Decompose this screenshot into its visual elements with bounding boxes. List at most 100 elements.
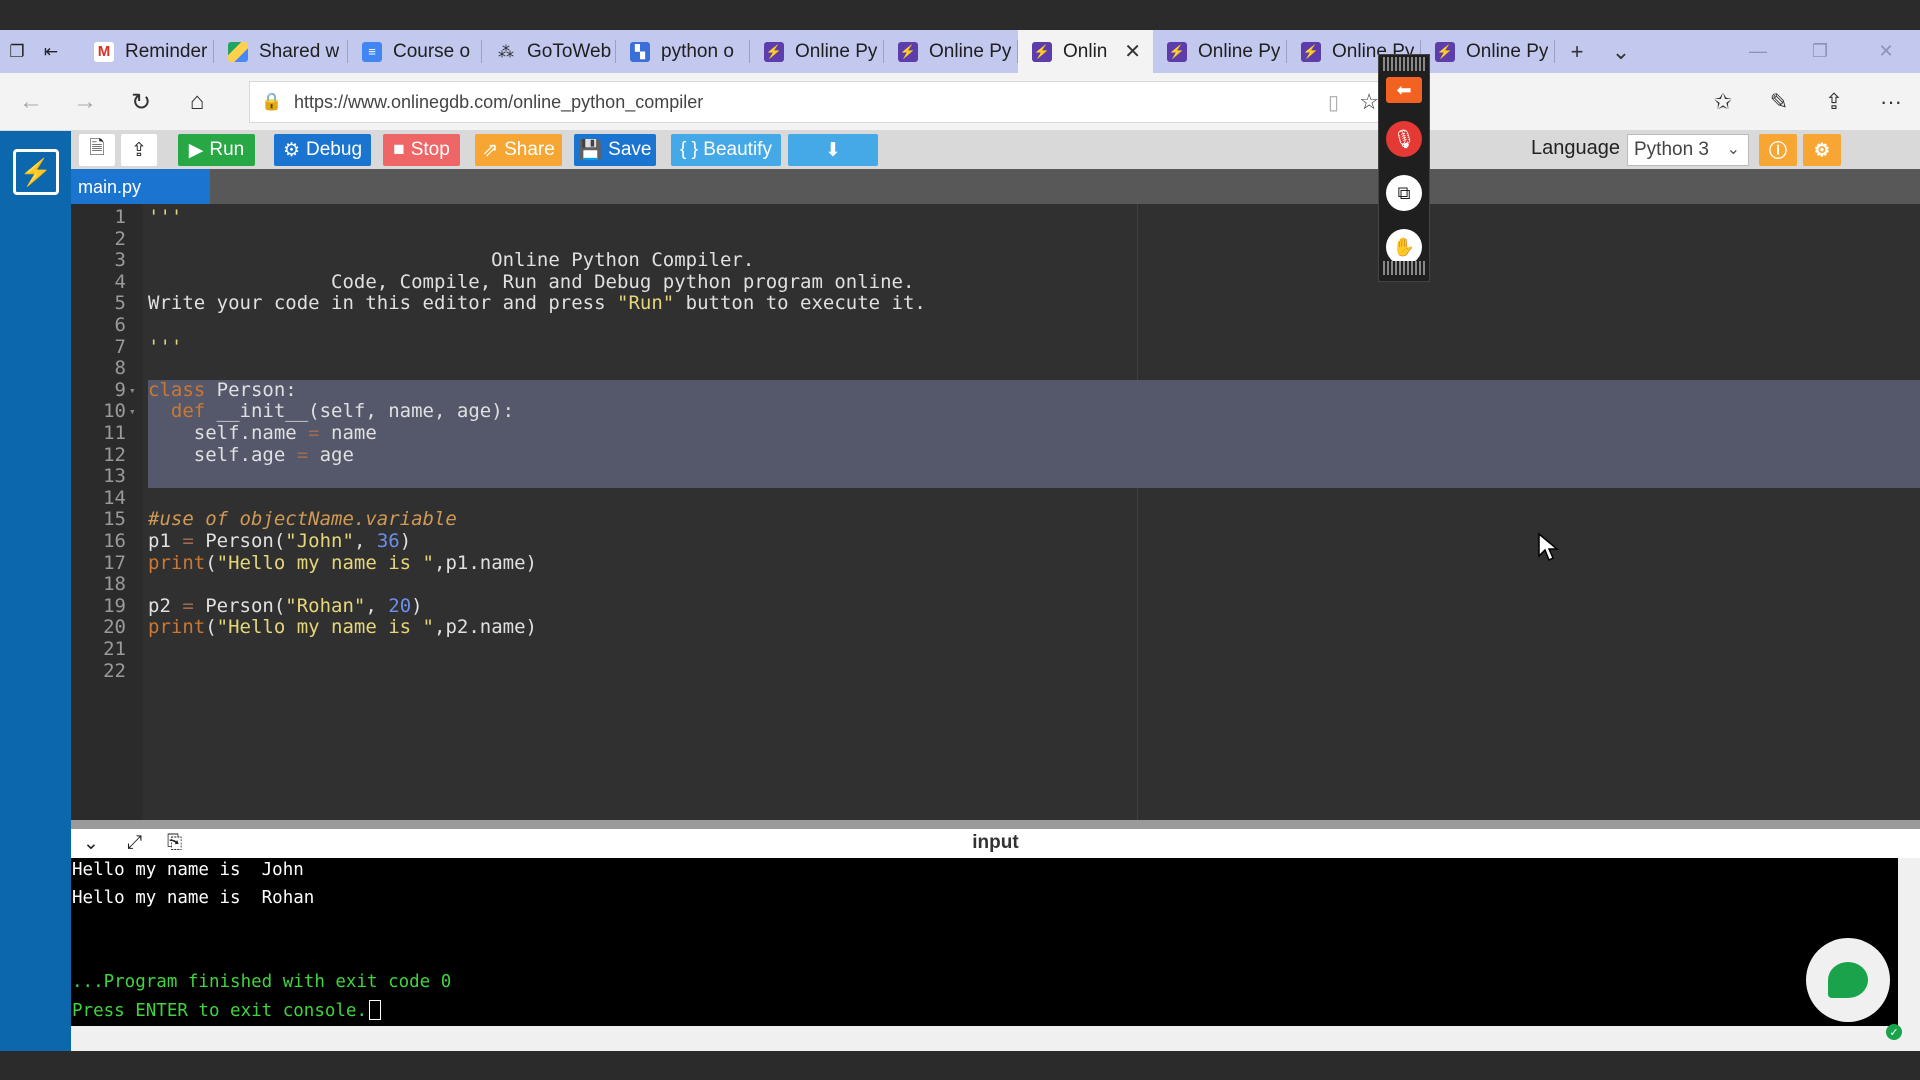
favorites-hub-icon[interactable]: ✩: [1696, 73, 1750, 131]
tab-label: Onlin: [1063, 40, 1108, 62]
restore-icon[interactable]: ❐: [1790, 30, 1850, 73]
code-line[interactable]: self.name = name: [148, 422, 377, 445]
browser-tab[interactable]: ▚ python o: [616, 30, 750, 73]
print-margin: [1137, 204, 1138, 820]
share-page-icon[interactable]: ⇪: [1807, 73, 1861, 131]
microphone-muted-icon[interactable]: 🎙: [1386, 121, 1422, 157]
code-line[interactable]: #use of objectName.variable: [148, 509, 457, 531]
favorite-star-icon[interactable]: ☆: [1359, 89, 1379, 115]
set-aside-tabs-icon[interactable]: ⇤: [34, 30, 68, 73]
chat-button[interactable]: [1806, 938, 1890, 1022]
share-button[interactable]: ⇗ Share: [475, 134, 562, 166]
save-button[interactable]: 💾 Save: [574, 134, 656, 166]
code-selection: [148, 379, 1920, 488]
close-window-icon[interactable]: ✕: [1856, 30, 1916, 73]
code-line[interactable]: print("Hello my name is ",p2.name): [148, 617, 537, 639]
recorder-grip-bottom[interactable]: [1383, 261, 1425, 275]
code-editor[interactable]: 1 2 3 4 5 6 7 8 9 ▾ 10 ▾ 11 12 13 14 15 16 17 18 19 20 21 22 ''…: [71, 204, 1920, 820]
line-number-gutter: 1 2 3 4 5 6 7 8 9 ▾ 10 ▾ 11 12 13 14 15 16 17 18 19 20 21 22: [71, 204, 143, 820]
language-select[interactable]: Python 3 ⌄: [1627, 134, 1749, 166]
new-file-button[interactable]: 🗎: [79, 134, 115, 166]
fold-arrow-icon[interactable]: ▾: [129, 401, 136, 423]
line-number: 14: [103, 486, 126, 509]
minimize-icon[interactable]: —: [1728, 30, 1788, 73]
upload-file-button[interactable]: ⇪: [121, 134, 157, 166]
save-label: Save: [608, 139, 652, 160]
code-line[interactable]: self.age = age: [148, 444, 354, 467]
output-splitter[interactable]: [71, 820, 1920, 829]
close-tab-icon[interactable]: ✕: [1124, 39, 1141, 64]
line-number: 13: [103, 465, 126, 488]
download-icon: ⬇: [825, 139, 841, 161]
browser-tab[interactable]: M Reminder: [80, 30, 214, 73]
home-icon[interactable]: ⌂: [170, 73, 224, 131]
info-button[interactable]: ⓘ: [1759, 134, 1797, 166]
save-icon: 💾: [578, 140, 603, 161]
tab-main-py[interactable]: main.py: [71, 169, 210, 204]
beautify-button[interactable]: { } Beautify: [671, 134, 781, 166]
line-number: 20: [103, 616, 126, 639]
tab-label: Reminder: [125, 40, 208, 62]
code-line[interactable]: p2 = Person("Rohan", 20): [148, 595, 423, 618]
address-row: ← → ↻ ⌂ 🔒 https://www.onlinegdb.com/onli…: [0, 73, 1920, 131]
gear-icon: ⚙: [1813, 139, 1831, 160]
reading-view-icon[interactable]: ▯: [1328, 90, 1339, 115]
line-number: 1: [114, 206, 126, 228]
chevron-down-icon: ⌄: [1726, 141, 1740, 158]
code-line[interactable]: def __init__(self, name, age):: [148, 401, 514, 423]
gdb-logo-icon[interactable]: ⚡: [13, 149, 59, 195]
stop-button[interactable]: ■ Stop: [383, 134, 460, 166]
browser-tab[interactable]: ⚡ Online Py: [1153, 30, 1287, 73]
code-line[interactable]: ''': [148, 336, 182, 359]
code-line[interactable]: Online Python Compiler.: [148, 250, 754, 272]
url-text[interactable]: https://www.onlinegdb.com/online_python_…: [294, 92, 703, 113]
window-capture-icon[interactable]: ⧉: [1386, 175, 1422, 211]
browser-tab[interactable]: ⚡ Onlin ✕: [1018, 30, 1153, 73]
tab-preview-chevron-icon[interactable]: ⌄: [1599, 30, 1643, 73]
fold-arrow-icon[interactable]: ▾: [129, 380, 136, 402]
code-line[interactable]: print("Hello my name is ",p1.name): [148, 552, 537, 575]
tab-label: Online Py: [929, 40, 1012, 62]
recorder-toolbar[interactable]: ⬅ 🎙 ⧉ ✋: [1378, 54, 1430, 282]
back-icon[interactable]: ←: [4, 73, 58, 131]
browser-tab[interactable]: ⚡ Online Py: [1421, 30, 1555, 73]
output-console[interactable]: Hello my name is John Hello my name is Ro…: [71, 858, 1898, 1026]
debug-button[interactable]: ⚙ Debug: [274, 134, 371, 166]
line-number: 10: [103, 400, 126, 423]
forward-icon[interactable]: →: [58, 73, 112, 131]
hand-pointer-icon[interactable]: ✋: [1386, 229, 1422, 265]
browser-tab[interactable]: ⚡ Online Py: [750, 30, 884, 73]
tab-actions-icon[interactable]: ❐: [0, 30, 34, 73]
browser-tab[interactable]: ⚡ Online Py: [884, 30, 1018, 73]
run-button[interactable]: ▶ Run: [178, 134, 255, 166]
info-icon: ⓘ: [1769, 141, 1787, 161]
settings-button[interactable]: ⚙: [1803, 134, 1841, 166]
browser-tab[interactable]: ≡ Course o: [348, 30, 482, 73]
line-number: 8: [114, 357, 126, 380]
new-tab-icon[interactable]: +: [1555, 30, 1599, 73]
browser-tab[interactable]: ⁂ GoToWeb: [482, 30, 616, 73]
address-bar[interactable]: 🔒 https://www.onlinegdb.com/online_pytho…: [249, 81, 1398, 123]
run-label: Run: [209, 139, 245, 160]
web-note-icon[interactable]: ✎: [1752, 73, 1806, 131]
refresh-icon[interactable]: ↻: [114, 73, 168, 131]
bottom-strip: [71, 1026, 1920, 1051]
code-line[interactable]: Write your code in this editor and press…: [148, 293, 926, 315]
code-line[interactable]: class Person:: [148, 379, 297, 402]
code-line[interactable]: p1 = Person("John", 36): [148, 530, 411, 553]
stop-icon: ■: [393, 139, 405, 160]
more-menu-icon[interactable]: ···: [1864, 73, 1918, 131]
download-button[interactable]: ⬇: [788, 134, 878, 166]
language-label: Language: [1531, 137, 1620, 159]
browser-tab[interactable]: Shared w: [214, 30, 348, 73]
code-line[interactable]: ''': [148, 206, 182, 229]
browser-tab-strip: ❐ ⇤ M Reminder Shared w ≡ Course o ⁂ GoToWeb ▚ p…: [0, 30, 1920, 73]
recorder-back-icon[interactable]: ⬅: [1386, 77, 1422, 103]
code-line[interactable]: Code, Compile, Run and Debug python prog…: [148, 271, 914, 294]
tab-label: Online Py: [1466, 40, 1549, 62]
tab-label: python o: [661, 40, 734, 62]
console-scrollbar[interactable]: [1898, 858, 1920, 1026]
line-number: 3: [114, 249, 126, 272]
output-title: input: [972, 832, 1019, 853]
recorder-grip-top[interactable]: [1383, 57, 1425, 71]
